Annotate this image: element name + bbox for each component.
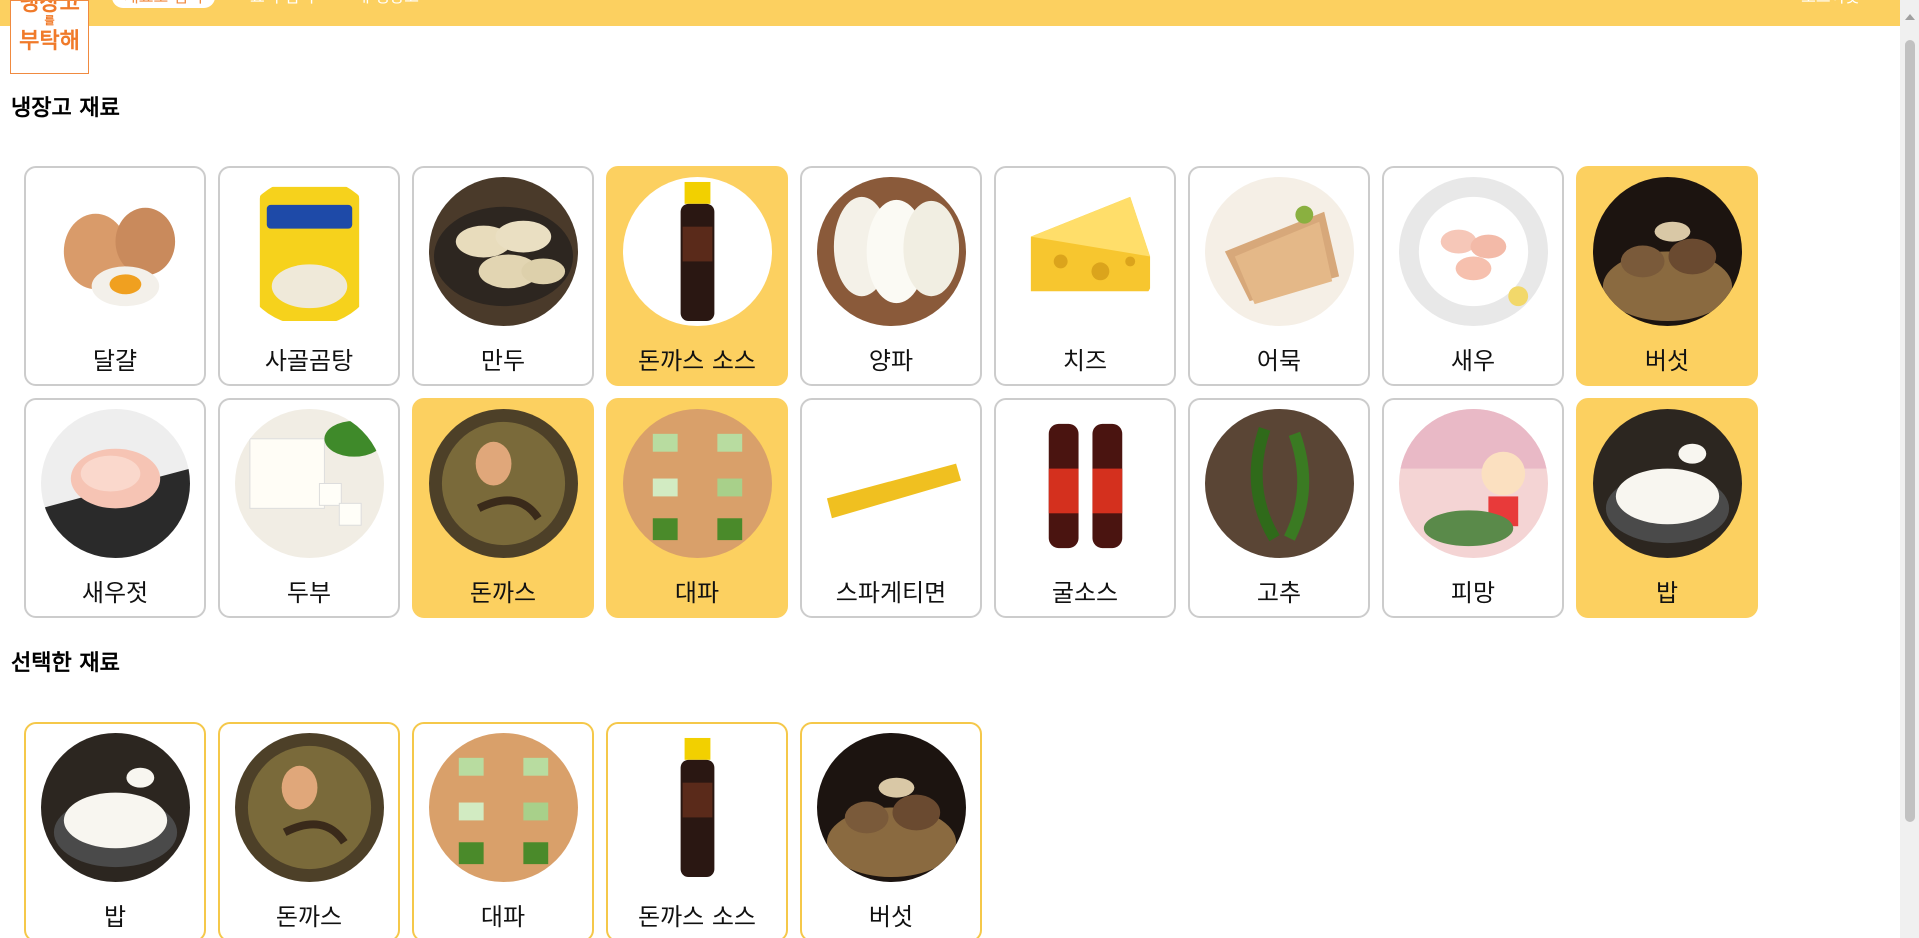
cheese-image — [1011, 177, 1160, 326]
ingredient-name: 돈까스 — [275, 903, 343, 931]
selected-section-title: 선택한 재료 — [11, 651, 120, 676]
egg-image — [41, 177, 190, 326]
logo-line-1: 냉장고 — [19, 0, 80, 15]
nav-search-recipe[interactable]: 요리 검색 — [250, 0, 314, 8]
sauce-bottle-image — [623, 733, 772, 882]
nav-search-by-ingredient[interactable]: 재료로 검색 — [112, 0, 215, 8]
ingredient-card[interactable]: 돈까스 소스 — [606, 166, 788, 386]
salted-shrimp-image — [41, 409, 190, 558]
bell-pepper-image — [1399, 409, 1548, 558]
selected-ingredient-card[interactable]: 대파 — [412, 722, 594, 938]
ingredient-name: 밥 — [103, 903, 127, 931]
selected-ingredient-card[interactable]: 버섯 — [800, 722, 982, 938]
ingredient-name: 어묵 — [1256, 347, 1302, 375]
selected-ingredient-card[interactable]: 밥 — [24, 722, 206, 938]
ingredient-card[interactable]: 새우젓 — [24, 398, 206, 618]
ingredient-card[interactable]: 어묵 — [1188, 166, 1370, 386]
scroll-thumb[interactable] — [1905, 40, 1915, 822]
ingredient-card[interactable]: 버섯 — [1576, 166, 1758, 386]
nav-logout[interactable]: 로그아웃 — [1801, 0, 1860, 8]
ingredient-name: 두부 — [286, 579, 332, 607]
ingredient-name: 사골곰탕 — [264, 347, 354, 375]
ingredient-name: 버섯 — [1644, 347, 1690, 375]
nav-my-fridge[interactable]: 내 냉장고 — [355, 0, 419, 8]
ingredient-name: 대파 — [480, 903, 526, 931]
ingredient-card[interactable]: 돈까스 — [412, 398, 594, 618]
rice-image — [1593, 409, 1742, 558]
ingredient-card[interactable]: 달걀 — [24, 166, 206, 386]
top-navigation-bar: 재료로 검색 요리 검색 내 냉장고 로그아웃 — [0, 0, 1900, 26]
onion-image — [817, 177, 966, 326]
ingredient-name: 만두 — [480, 347, 526, 375]
rice-image — [41, 733, 190, 882]
ingredient-card[interactable]: 새우 — [1382, 166, 1564, 386]
fridge-section-title: 냉장고 재료 — [11, 96, 120, 121]
ingredient-card[interactable]: 대파 — [606, 398, 788, 618]
mushroom-image — [1593, 177, 1742, 326]
logo-line-2: 를 — [44, 15, 55, 27]
spaghetti-image — [817, 409, 966, 558]
oyster-sauce-image — [1011, 409, 1160, 558]
ingredient-card[interactable]: 고추 — [1188, 398, 1370, 618]
tofu-image — [235, 409, 384, 558]
fishcake-image — [1205, 177, 1354, 326]
ingredient-card[interactable]: 두부 — [218, 398, 400, 618]
ingredient-name: 피망 — [1450, 579, 1496, 607]
green-onion-image — [429, 733, 578, 882]
pork-cutlet-image — [235, 733, 384, 882]
vertical-scrollbar[interactable] — [1900, 0, 1919, 938]
pork-cutlet-image — [429, 409, 578, 558]
chili-pepper-image — [1205, 409, 1354, 558]
mushroom-image — [817, 733, 966, 882]
ingredient-card[interactable]: 사골곰탕 — [218, 166, 400, 386]
ingredient-name: 새우젓 — [81, 579, 149, 607]
ingredient-card[interactable]: 스파게티면 — [800, 398, 982, 618]
ingredient-name: 돈까스 소스 — [637, 903, 757, 931]
shrimp-image — [1399, 177, 1548, 326]
green-onion-image — [623, 409, 772, 558]
ingredient-card[interactable]: 굴소스 — [994, 398, 1176, 618]
ingredient-name: 돈까스 — [469, 579, 537, 607]
ingredient-name: 돈까스 소스 — [637, 347, 757, 375]
ingredient-card[interactable]: 치즈 — [994, 166, 1176, 386]
selected-ingredient-card[interactable]: 돈까스 — [218, 722, 400, 938]
app-logo[interactable]: 냉장고 를 부탁해 — [10, 0, 89, 74]
ingredient-name: 달걀 — [92, 347, 138, 375]
scroll-up-arrow-icon[interactable] — [1905, 14, 1915, 20]
ingredient-card[interactable]: 피망 — [1382, 398, 1564, 618]
logo-line-3: 부탁해 — [19, 28, 80, 53]
bone-broth-pack-image — [235, 177, 384, 326]
ingredient-name: 고추 — [1256, 579, 1302, 607]
ingredient-card[interactable]: 밥 — [1576, 398, 1758, 618]
ingredient-name: 치즈 — [1062, 347, 1108, 375]
ingredient-card[interactable]: 양파 — [800, 166, 982, 386]
ingredient-name: 스파게티면 — [835, 579, 947, 607]
ingredient-name: 새우 — [1450, 347, 1496, 375]
ingredient-name: 굴소스 — [1051, 579, 1119, 607]
ingredient-name: 대파 — [674, 579, 720, 607]
ingredient-name: 밥 — [1655, 579, 1679, 607]
dumplings-image — [429, 177, 578, 326]
ingredient-card[interactable]: 만두 — [412, 166, 594, 386]
selected-ingredient-card[interactable]: 돈까스 소스 — [606, 722, 788, 938]
ingredient-name: 버섯 — [868, 903, 914, 931]
ingredient-name: 양파 — [868, 347, 914, 375]
sauce-bottle-image — [623, 177, 772, 326]
